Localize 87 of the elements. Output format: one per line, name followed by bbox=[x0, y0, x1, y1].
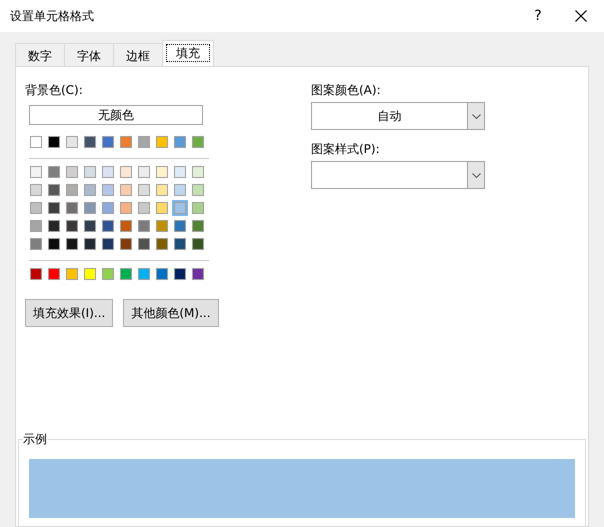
color-swatch[interactable] bbox=[172, 236, 188, 252]
color-swatch[interactable] bbox=[154, 236, 170, 252]
color-swatch[interactable] bbox=[118, 182, 134, 198]
color-swatch[interactable] bbox=[28, 236, 44, 252]
color-swatch[interactable] bbox=[46, 134, 62, 150]
field-label: 图案颜色(A): bbox=[311, 82, 382, 99]
chevron-down-icon bbox=[472, 172, 480, 178]
color-swatch[interactable] bbox=[64, 236, 80, 252]
color-swatch[interactable] bbox=[46, 218, 62, 234]
color-swatch[interactable] bbox=[190, 182, 206, 198]
color-swatch[interactable] bbox=[82, 266, 98, 282]
sample-label: 示例 bbox=[23, 431, 47, 447]
color-swatch[interactable] bbox=[136, 182, 152, 198]
color-swatch[interactable] bbox=[190, 218, 206, 234]
tab[interactable]: 数字 bbox=[15, 43, 65, 66]
color-swatch[interactable] bbox=[172, 182, 188, 198]
color-swatch[interactable] bbox=[154, 134, 170, 150]
color-swatch[interactable] bbox=[82, 164, 98, 180]
color-swatch[interactable] bbox=[28, 182, 44, 198]
color-swatch[interactable] bbox=[190, 164, 206, 180]
tab[interactable]: 填充 bbox=[162, 40, 214, 67]
color-swatch[interactable] bbox=[118, 134, 134, 150]
color-swatch[interactable] bbox=[136, 164, 152, 180]
color-swatch[interactable] bbox=[28, 164, 44, 180]
color-swatch[interactable] bbox=[100, 218, 116, 234]
color-swatch[interactable] bbox=[118, 236, 134, 252]
color-swatch[interactable] bbox=[136, 218, 152, 234]
color-swatch[interactable] bbox=[46, 266, 62, 282]
color-swatch[interactable] bbox=[100, 134, 116, 150]
color-swatch[interactable] bbox=[136, 266, 152, 282]
color-swatch[interactable] bbox=[28, 134, 44, 150]
pattern-color-dropdown[interactable]: 自动 bbox=[311, 102, 485, 130]
color-swatch[interactable] bbox=[82, 134, 98, 150]
color-swatch[interactable] bbox=[190, 134, 206, 150]
color-swatch[interactable] bbox=[46, 182, 62, 198]
color-swatch[interactable] bbox=[100, 164, 116, 180]
color-swatch[interactable] bbox=[136, 134, 152, 150]
color-swatch[interactable] bbox=[100, 236, 116, 252]
color-swatch[interactable] bbox=[46, 200, 62, 216]
color-swatch[interactable] bbox=[100, 200, 116, 216]
color-swatch[interactable] bbox=[82, 200, 98, 216]
color-swatch[interactable] bbox=[154, 266, 170, 282]
dropdown-value: 自动 bbox=[376, 108, 402, 125]
color-swatch[interactable] bbox=[118, 200, 134, 216]
color-swatch[interactable] bbox=[154, 164, 170, 180]
close-icon bbox=[575, 10, 587, 22]
help-button[interactable]: ? bbox=[518, 6, 558, 26]
color-swatch[interactable] bbox=[28, 200, 44, 216]
color-swatch[interactable] bbox=[64, 164, 80, 180]
color-swatch[interactable] bbox=[136, 200, 152, 216]
color-swatch[interactable] bbox=[154, 218, 170, 234]
field-label: 图案样式(P): bbox=[311, 141, 381, 158]
color-swatch[interactable] bbox=[172, 200, 188, 216]
color-swatch[interactable] bbox=[46, 164, 62, 180]
color-swatch[interactable] bbox=[64, 218, 80, 234]
color-swatch[interactable] bbox=[118, 266, 134, 282]
color-swatch[interactable] bbox=[136, 236, 152, 252]
color-swatch[interactable] bbox=[118, 164, 134, 180]
pattern-style-dropdown[interactable] bbox=[311, 161, 485, 189]
color-swatch[interactable] bbox=[28, 266, 44, 282]
color-swatch[interactable] bbox=[64, 266, 80, 282]
no-color-button[interactable]: 无颜色 bbox=[29, 105, 203, 125]
color-swatch[interactable] bbox=[190, 266, 206, 282]
color-swatch[interactable] bbox=[154, 200, 170, 216]
color-swatch[interactable] bbox=[64, 134, 80, 150]
color-swatch[interactable] bbox=[190, 200, 206, 216]
color-swatch[interactable] bbox=[82, 218, 98, 234]
color-swatch[interactable] bbox=[100, 182, 116, 198]
chevron-down-icon bbox=[472, 114, 480, 118]
color-swatch[interactable] bbox=[172, 134, 188, 150]
color-swatch[interactable] bbox=[82, 236, 98, 252]
color-swatch[interactable] bbox=[28, 218, 44, 234]
window-title: 设置单元格格式 bbox=[10, 8, 95, 25]
background-color-label: 背景色(C): bbox=[25, 82, 84, 99]
color-swatch[interactable] bbox=[100, 266, 116, 282]
color-swatch[interactable] bbox=[172, 164, 188, 180]
color-swatch[interactable] bbox=[46, 236, 62, 252]
color-swatch[interactable] bbox=[82, 182, 98, 198]
color-swatch[interactable] bbox=[64, 200, 80, 216]
dialog-button[interactable]: 其他颜色(M)... bbox=[123, 299, 219, 327]
color-swatch[interactable] bbox=[172, 266, 188, 282]
color-swatch[interactable] bbox=[190, 236, 206, 252]
color-swatch[interactable] bbox=[154, 182, 170, 198]
color-swatch[interactable] bbox=[172, 218, 188, 234]
dialog-button[interactable]: 填充效果(I)... bbox=[25, 299, 114, 327]
color-swatch[interactable] bbox=[64, 182, 80, 198]
color-swatch[interactable] bbox=[118, 218, 134, 234]
